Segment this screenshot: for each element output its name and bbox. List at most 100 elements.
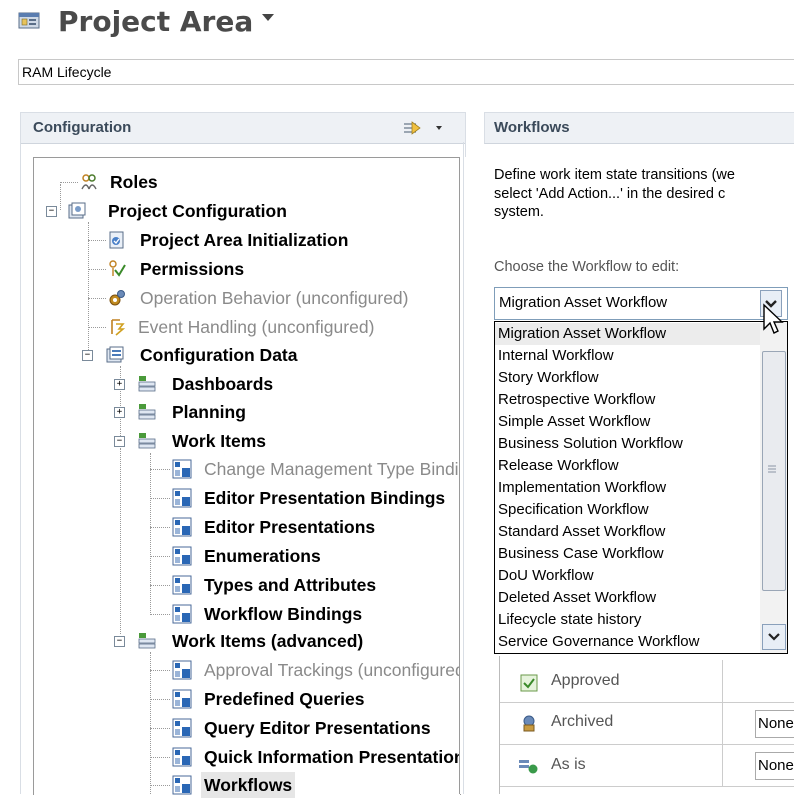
config-element-icon (172, 775, 192, 795)
config-element-icon (172, 459, 192, 479)
dashboards-icon (138, 376, 156, 392)
project-area-name-text: RAM Lifecycle (22, 64, 112, 80)
workflows-panel-title: Workflows (494, 119, 570, 136)
workflow-option[interactable]: Specification Workflow (495, 499, 760, 521)
tree-item-label: Workflows (201, 772, 296, 798)
tree-connector (120, 366, 121, 436)
approved-state-icon (520, 674, 538, 692)
work-items-icon (138, 633, 156, 649)
state-name: Approved (551, 672, 620, 689)
config-element-icon (172, 660, 192, 680)
tree-item-label: Work Items (advanced) (172, 631, 364, 651)
choose-workflow-label: Choose the Workflow to edit: (494, 259, 680, 275)
config-element-icon (172, 689, 192, 709)
state-value-field[interactable]: None (755, 710, 794, 738)
planning-icon (138, 404, 156, 420)
collapse-toggle-icon[interactable]: − (114, 436, 125, 447)
permissions-icon (109, 260, 126, 277)
tree-item-label: Dashboards (172, 374, 274, 394)
workflow-option[interactable]: Business Solution Workflow (495, 433, 760, 455)
roles-icon (81, 174, 97, 190)
as-is-state-icon (519, 760, 538, 774)
workflow-states-table: Approved Archived None As is None (499, 656, 794, 794)
tree-connector (60, 184, 61, 210)
tree-item-label: Predefined Queries (204, 689, 365, 709)
workflow-option[interactable]: Business Case Workflow (495, 543, 760, 565)
config-element-icon (172, 575, 192, 595)
configuration-data-icon (106, 346, 124, 363)
config-element-icon (172, 747, 192, 767)
config-element-icon (172, 718, 192, 738)
scroll-down-chevron-icon[interactable] (762, 624, 786, 650)
workflow-dropdown-list[interactable]: Migration Asset Workflow Internal Workflo… (494, 321, 762, 654)
workflow-option[interactable]: Release Workflow (495, 455, 760, 477)
tree-connector (150, 652, 151, 794)
tree-item-label: Workflow Bindings (204, 604, 363, 624)
project-config-icon (68, 202, 86, 219)
page-title: Project Area (58, 5, 254, 38)
collapse-toggle-icon[interactable]: − (82, 350, 93, 361)
tree-border-right (459, 157, 460, 794)
state-value-field[interactable]: None (755, 752, 794, 780)
initialization-icon (109, 231, 124, 249)
workflow-option[interactable]: Story Workflow (495, 367, 760, 389)
tree-connector (150, 453, 151, 613)
workflow-option[interactable]: Lifecycle state history (495, 609, 760, 631)
collapse-toggle-icon[interactable]: − (46, 206, 57, 217)
tree-item-label: Roles (110, 172, 158, 192)
tree-connector (120, 448, 121, 634)
tree-item-label: Configuration Data (140, 345, 298, 365)
description-line: system. (494, 204, 544, 220)
tree-item-label: Operation Behavior (unconfigured) (140, 288, 409, 308)
tree-item-label: Change Management Type Bindings (204, 459, 487, 479)
workflow-option[interactable]: Internal Workflow (495, 345, 760, 367)
workflow-option[interactable]: Retrospective Workflow (495, 389, 760, 411)
workflow-option[interactable]: Service Governance Workflow (495, 631, 760, 653)
workflows-description: Define work item state transitions (we s… (494, 166, 794, 222)
config-element-icon (172, 604, 192, 624)
tree-item-label: Planning (172, 402, 246, 422)
archived-state-icon (523, 715, 535, 732)
tree-item-label: Work Items (172, 431, 267, 451)
tree-item-label: Query Editor Presentations (204, 718, 431, 738)
tree-item-label: Project Area Initialization (140, 230, 349, 250)
table-row[interactable]: Approved (500, 660, 794, 703)
expand-toggle-icon[interactable]: + (114, 379, 125, 390)
operation-behavior-icon (109, 290, 125, 306)
view-menu-icon[interactable] (402, 120, 446, 136)
tree-item-label: Enumerations (204, 546, 321, 566)
config-element-icon (172, 546, 192, 566)
workflow-option[interactable]: Simple Asset Workflow (495, 411, 760, 433)
tree-item-label: Quick Information Presentations (204, 747, 475, 767)
tree-item-label: Editor Presentations (204, 517, 376, 537)
title-menu-chevron-icon[interactable] (262, 14, 274, 21)
tree-item-label: Types and Attributes (204, 575, 377, 595)
tree-connector (88, 222, 89, 354)
workflow-option[interactable]: Standard Asset Workflow (495, 521, 760, 543)
tree-item-label: Project Configuration (108, 201, 287, 221)
project-area-name-field[interactable] (18, 59, 794, 85)
state-name: Archived (551, 713, 614, 730)
workflow-option[interactable]: Deleted Asset Workflow (495, 587, 760, 609)
tree-item-label: Permissions (140, 259, 245, 279)
table-row[interactable]: Archived None (500, 702, 794, 745)
tree-item-label: Editor Presentation Bindings (204, 488, 446, 508)
table-row[interactable]: As is None (500, 744, 794, 787)
project-area-icon (18, 12, 40, 29)
tree-item-label: Event Handling (unconfigured) (138, 317, 375, 337)
panel-border-right (463, 142, 464, 794)
expand-toggle-icon[interactable]: + (114, 407, 125, 418)
workflow-option[interactable]: DoU Workflow (495, 565, 760, 587)
config-element-icon (172, 488, 192, 508)
workflow-select-value: Migration Asset Workflow (499, 294, 668, 311)
configuration-panel-title: Configuration (33, 119, 132, 136)
tree-item-label: Approval Trackings (unconfigured) (204, 660, 471, 680)
workflow-option[interactable]: Implementation Workflow (495, 477, 760, 499)
event-handling-icon (111, 319, 126, 336)
workflow-option[interactable]: Migration Asset Workflow (495, 323, 760, 345)
config-element-icon (172, 517, 192, 537)
description-line: Define work item state transitions (we (494, 167, 735, 183)
work-items-icon (138, 433, 156, 449)
state-name: As is (551, 756, 586, 773)
collapse-toggle-icon[interactable]: − (114, 636, 125, 647)
